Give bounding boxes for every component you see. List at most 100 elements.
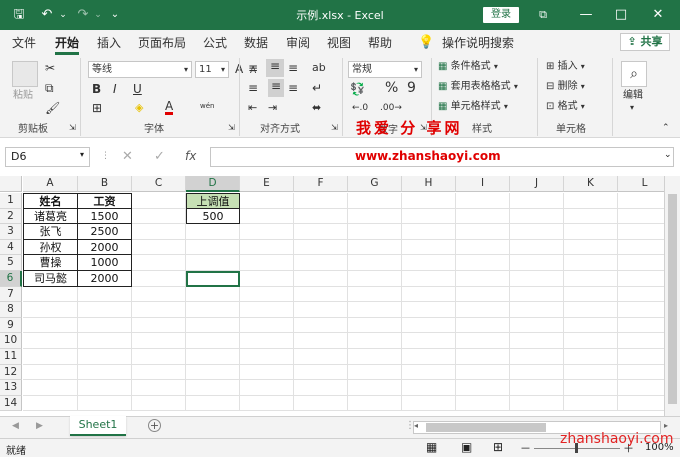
cell-i2[interactable] xyxy=(456,208,510,225)
expand-formula-icon[interactable]: ⌄ xyxy=(664,150,672,160)
clipboard-launcher-icon[interactable]: ⇲ xyxy=(69,121,76,135)
bold-button[interactable]: B xyxy=(92,82,101,96)
cell-b13[interactable] xyxy=(78,380,132,396)
number-format-select[interactable]: 常规 ▾ xyxy=(348,61,422,78)
row-header-2[interactable]: 2 xyxy=(0,208,22,225)
cell-h13[interactable] xyxy=(402,380,456,396)
cell-j12[interactable] xyxy=(510,364,564,381)
cell-e11[interactable] xyxy=(240,349,294,365)
row-header-6[interactable]: 6 xyxy=(0,271,22,287)
cell-b2[interactable]: 1500 xyxy=(78,208,132,225)
cell-e14[interactable] xyxy=(240,395,294,412)
cell-h11[interactable] xyxy=(402,349,456,365)
cell-h9[interactable] xyxy=(402,317,456,334)
cell-b1[interactable]: 工资 xyxy=(78,193,132,209)
scroll-left-arrow-icon[interactable]: ◂ xyxy=(414,421,418,430)
cell-i7[interactable] xyxy=(456,286,510,303)
cell-d1[interactable]: 上调值 xyxy=(186,193,240,209)
cell-i12[interactable] xyxy=(456,364,510,381)
format-painter-icon[interactable]: 🖌 xyxy=(45,101,60,115)
cell-b6[interactable]: 2000 xyxy=(78,271,132,287)
merge-center-icon[interactable]: ⬌ xyxy=(312,101,321,115)
login-button[interactable]: 登录 xyxy=(483,7,519,23)
cell-f9[interactable] xyxy=(294,317,348,334)
cell-f10[interactable] xyxy=(294,333,348,349)
cell-f4[interactable] xyxy=(294,239,348,256)
cell-a8[interactable] xyxy=(23,302,78,318)
cell-k12[interactable] xyxy=(564,364,618,381)
cell-a14[interactable] xyxy=(23,395,78,412)
cell-d3[interactable] xyxy=(186,224,240,240)
cell-b9[interactable] xyxy=(78,317,132,334)
cell-b3[interactable]: 2500 xyxy=(78,224,132,240)
align-middle-icon[interactable]: ≡ xyxy=(266,59,284,77)
format-cells-button[interactable]: ⊡ 格式 ▾ xyxy=(546,100,585,114)
cell-styles-button[interactable]: ▦ 单元格样式 ▾ xyxy=(438,100,508,114)
cell-d13[interactable] xyxy=(186,380,240,396)
cell-b11[interactable] xyxy=(78,349,132,365)
insert-cells-button[interactable]: ⊞ 插入 ▾ xyxy=(546,60,585,74)
column-header-e[interactable]: E xyxy=(240,176,294,192)
tab-help[interactable]: 帮助 xyxy=(368,35,392,51)
cell-d6[interactable] xyxy=(186,271,240,287)
cell-i6[interactable] xyxy=(456,271,510,287)
collapse-ribbon-icon[interactable]: ⌃ xyxy=(662,121,670,135)
cell-g1[interactable] xyxy=(348,193,402,209)
cell-a5[interactable]: 曹操 xyxy=(23,255,78,271)
ribbon-display-icon[interactable]: ⧉ xyxy=(535,7,551,23)
tab-home[interactable]: 开始 xyxy=(55,35,80,55)
cell-b8[interactable] xyxy=(78,302,132,318)
column-header-i[interactable]: I xyxy=(456,176,510,192)
cell-j6[interactable] xyxy=(510,271,564,287)
italic-button[interactable]: I xyxy=(113,82,117,96)
cell-d5[interactable] xyxy=(186,255,240,271)
cell-i3[interactable] xyxy=(456,224,510,240)
search-icon[interactable]: ⌕ xyxy=(621,61,647,87)
cell-h10[interactable] xyxy=(402,333,456,349)
cell-e12[interactable] xyxy=(240,364,294,381)
comma-button[interactable]: 9 xyxy=(407,81,416,95)
decrease-decimal-icon[interactable]: .00→ xyxy=(380,101,402,115)
cell-k6[interactable] xyxy=(564,271,618,287)
cell-g12[interactable] xyxy=(348,364,402,381)
cell-d9[interactable] xyxy=(186,317,240,334)
cell-i8[interactable] xyxy=(456,302,510,318)
cell-c12[interactable] xyxy=(132,364,186,381)
cell-e3[interactable] xyxy=(240,224,294,240)
column-header-k[interactable]: K xyxy=(564,176,618,192)
cell-e13[interactable] xyxy=(240,380,294,396)
cell-e6[interactable] xyxy=(240,271,294,287)
cell-i5[interactable] xyxy=(456,255,510,271)
cell-j2[interactable] xyxy=(510,208,564,225)
share-button[interactable]: ⇪ 共享 xyxy=(620,33,670,51)
row-header-11[interactable]: 11 xyxy=(0,349,22,365)
cell-j5[interactable] xyxy=(510,255,564,271)
conditional-format-button[interactable]: ▦ 条件格式 ▾ xyxy=(438,60,498,74)
cell-a13[interactable] xyxy=(23,380,78,396)
enter-icon[interactable]: ✓ xyxy=(154,149,165,164)
cell-g8[interactable] xyxy=(348,302,402,318)
cell-f12[interactable] xyxy=(294,364,348,381)
cell-g4[interactable] xyxy=(348,239,402,256)
font-launcher-icon[interactable]: ⇲ xyxy=(228,121,235,135)
scrollbar-thumb[interactable] xyxy=(668,194,677,404)
cell-k7[interactable] xyxy=(564,286,618,303)
cell-f1[interactable] xyxy=(294,193,348,209)
cell-f8[interactable] xyxy=(294,302,348,318)
cell-a6[interactable]: 司马懿 xyxy=(23,271,78,287)
cell-k5[interactable] xyxy=(564,255,618,271)
cell-e5[interactable] xyxy=(240,255,294,271)
cell-b14[interactable] xyxy=(78,395,132,412)
cell-a12[interactable] xyxy=(23,364,78,381)
cell-i4[interactable] xyxy=(456,239,510,256)
tab-review[interactable]: 审阅 xyxy=(286,35,310,51)
cell-j9[interactable] xyxy=(510,317,564,334)
tab-view[interactable]: 视图 xyxy=(327,35,351,51)
borders-icon[interactable]: ⊞ xyxy=(92,101,102,115)
align-bottom-icon[interactable]: ≡ xyxy=(288,61,298,75)
currency-icon[interactable]: 💱 xyxy=(350,82,365,96)
cell-f5[interactable] xyxy=(294,255,348,271)
cell-g6[interactable] xyxy=(348,271,402,287)
row-header-14[interactable]: 14 xyxy=(0,395,22,412)
cell-g13[interactable] xyxy=(348,380,402,396)
